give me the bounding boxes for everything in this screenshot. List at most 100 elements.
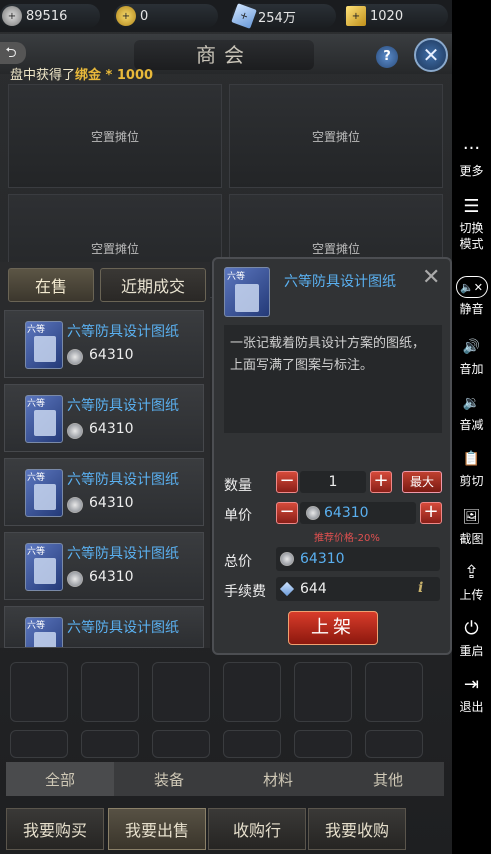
unit-price-label: 单价 bbox=[224, 508, 252, 524]
dialog-item-name: 六等防具设计图纸 bbox=[284, 274, 396, 290]
silver-coin-icon bbox=[67, 571, 83, 587]
silver-coin-icon: + bbox=[2, 6, 22, 26]
clipboard-button[interactable]: 📋 剪切 bbox=[452, 448, 491, 489]
category-all[interactable]: 全部 bbox=[6, 762, 114, 796]
volume-up-icon: 🔊 bbox=[462, 339, 481, 355]
item-name: 六等防具设计图纸 bbox=[67, 546, 179, 562]
item-name: 六等防具设计图纸 bbox=[67, 472, 179, 488]
inventory-slot[interactable] bbox=[294, 730, 352, 758]
tab-purchase-house[interactable]: 收购行 bbox=[208, 808, 306, 850]
exit-icon: ⇥ bbox=[463, 674, 480, 695]
list-for-sale-button[interactable]: 上架 bbox=[288, 611, 378, 645]
silver-coin-icon bbox=[280, 552, 294, 566]
close-icon[interactable]: ✕ bbox=[422, 265, 440, 290]
more-button[interactable]: ··· 更多 bbox=[452, 138, 491, 179]
silver-coin-icon bbox=[67, 349, 83, 365]
inventory-slot[interactable] bbox=[81, 662, 139, 722]
list-item[interactable]: 六等 六等防具设计图纸 64310 bbox=[4, 384, 204, 452]
inventory-slot[interactable] bbox=[81, 730, 139, 758]
empty-stall[interactable]: 空置摊位 bbox=[229, 84, 443, 188]
diamond-resource[interactable]: +254万 bbox=[231, 3, 336, 29]
upload-button[interactable]: ⇪ 上传 bbox=[452, 562, 491, 603]
inventory-slot[interactable] bbox=[152, 730, 210, 758]
inventory-slot[interactable] bbox=[365, 730, 423, 758]
quantity-minus-button[interactable]: − bbox=[276, 471, 298, 493]
quantity-label: 数量 bbox=[224, 478, 252, 494]
power-icon: ⏻ bbox=[464, 618, 479, 639]
gold-coin-icon: + bbox=[116, 6, 136, 26]
recommended-price-note: 推荐价格-20% bbox=[314, 533, 380, 544]
blueprint-icon: 六等 bbox=[25, 617, 63, 647]
back-button[interactable]: ⮌ bbox=[0, 42, 26, 64]
volume-down-icon: 🔉 bbox=[462, 395, 481, 411]
fee-value: 644 bbox=[276, 577, 440, 601]
restart-button[interactable]: ⏻ 重启 bbox=[452, 618, 491, 659]
help-icon[interactable]: ? bbox=[376, 46, 398, 68]
tab-buy[interactable]: 我要购买 bbox=[6, 808, 104, 850]
blueprint-icon: 六等 bbox=[25, 395, 63, 443]
silver-coin-icon bbox=[67, 497, 83, 513]
gold-resource[interactable]: +0 bbox=[114, 4, 218, 28]
item-description: 一张记载着防具设计方案的图纸，上面写满了图案与标注。 bbox=[224, 325, 442, 433]
inventory-slot[interactable] bbox=[365, 662, 423, 722]
inventory-slot[interactable] bbox=[294, 662, 352, 722]
silver-resource[interactable]: +89516 bbox=[0, 4, 100, 28]
volume-down-button[interactable]: 🔉 音减 bbox=[452, 392, 491, 433]
blueprint-icon: 六等 bbox=[25, 469, 63, 517]
empty-stall[interactable]: 空置摊位 bbox=[8, 84, 222, 188]
price-plus-button[interactable]: + bbox=[420, 502, 442, 524]
more-icon: ··· bbox=[462, 138, 481, 159]
clipboard-icon: 📋 bbox=[462, 451, 481, 467]
list-item[interactable]: 六等 六等防具设计图纸 64310 bbox=[4, 458, 204, 526]
total-price-label: 总价 bbox=[224, 554, 252, 570]
exit-button[interactable]: ⇥ 退出 bbox=[452, 674, 491, 715]
gold-ingot-icon: + bbox=[346, 6, 366, 26]
item-price: 64310 bbox=[89, 569, 134, 585]
game-screen: +89516 +0 +254万 +1020 商会 ⮌ ? ✕ 盘中获得了绑金 *… bbox=[0, 0, 452, 854]
item-name: 六等防具设计图纸 bbox=[67, 620, 179, 636]
volume-up-button[interactable]: 🔊 音加 bbox=[452, 336, 491, 377]
total-price-value: 64310 bbox=[276, 547, 440, 571]
item-price: 64310 bbox=[89, 421, 134, 437]
list-item[interactable]: 六等 六等防具设计图纸 64310 bbox=[4, 532, 204, 600]
emulator-sidebar: ··· 更多 ☰ 切换 模式 🔈✕ 静音 🔊 音加 🔉 音减 📋 剪切 🖼 截图 ⇪ 上传 ⏻ 重… bbox=[452, 0, 491, 854]
tab-sell[interactable]: 我要出售 bbox=[108, 808, 206, 850]
silver-coin-icon bbox=[67, 423, 83, 439]
diamond-icon: + bbox=[231, 3, 257, 29]
inventory-slot[interactable] bbox=[10, 662, 68, 722]
system-notice: 盘中获得了绑金 * 1000 bbox=[10, 68, 154, 83]
blueprint-icon: 六等 bbox=[224, 267, 270, 317]
mute-icon: 🔈✕ bbox=[455, 276, 488, 298]
item-price: 64310 bbox=[89, 347, 134, 363]
quantity-input[interactable]: 1 bbox=[300, 471, 366, 493]
screenshot-button[interactable]: 🖼 截图 bbox=[452, 506, 491, 547]
category-equipment[interactable]: 装备 bbox=[115, 762, 223, 796]
upload-icon: ⇪ bbox=[463, 562, 480, 583]
quantity-plus-button[interactable]: + bbox=[370, 471, 392, 493]
item-name: 六等防具设计图纸 bbox=[67, 398, 179, 414]
inventory-slot[interactable] bbox=[152, 662, 210, 722]
switch-mode-button[interactable]: ☰ 切换 模式 bbox=[452, 196, 491, 252]
tab-recent-deals[interactable]: 近期成交 bbox=[100, 268, 206, 302]
switch-mode-icon: ☰ bbox=[463, 196, 480, 217]
tab-on-sale[interactable]: 在售 bbox=[8, 268, 94, 302]
price-minus-button[interactable]: − bbox=[276, 502, 298, 524]
inventory-slot[interactable] bbox=[10, 730, 68, 758]
tab-request-purchase[interactable]: 我要收购 bbox=[308, 808, 406, 850]
category-materials[interactable]: 材料 bbox=[224, 762, 332, 796]
ingot-resource[interactable]: +1020 bbox=[344, 4, 448, 28]
list-item[interactable]: 六等 六等防具设计图纸 64310 bbox=[4, 310, 204, 378]
fee-label: 手续费 bbox=[224, 584, 266, 600]
sell-dialog: 六等 六等防具设计图纸 ✕ 一张记载着防具设计方案的图纸，上面写满了图案与标注。… bbox=[212, 257, 452, 655]
inventory-slot[interactable] bbox=[223, 662, 281, 722]
category-other[interactable]: 其他 bbox=[334, 762, 442, 796]
inventory-slot[interactable] bbox=[223, 730, 281, 758]
max-quantity-button[interactable]: 最大 bbox=[402, 471, 442, 493]
screenshot-icon: 🖼 bbox=[462, 509, 481, 525]
resource-bar: +89516 +0 +254万 +1020 bbox=[0, 0, 452, 32]
info-icon[interactable]: i bbox=[418, 580, 423, 596]
item-name: 六等防具设计图纸 bbox=[67, 324, 179, 340]
mute-button[interactable]: 🔈✕ 静音 bbox=[452, 276, 491, 317]
list-item[interactable]: 六等 六等防具设计图纸 bbox=[4, 606, 204, 648]
close-button[interactable]: ✕ bbox=[414, 38, 448, 72]
